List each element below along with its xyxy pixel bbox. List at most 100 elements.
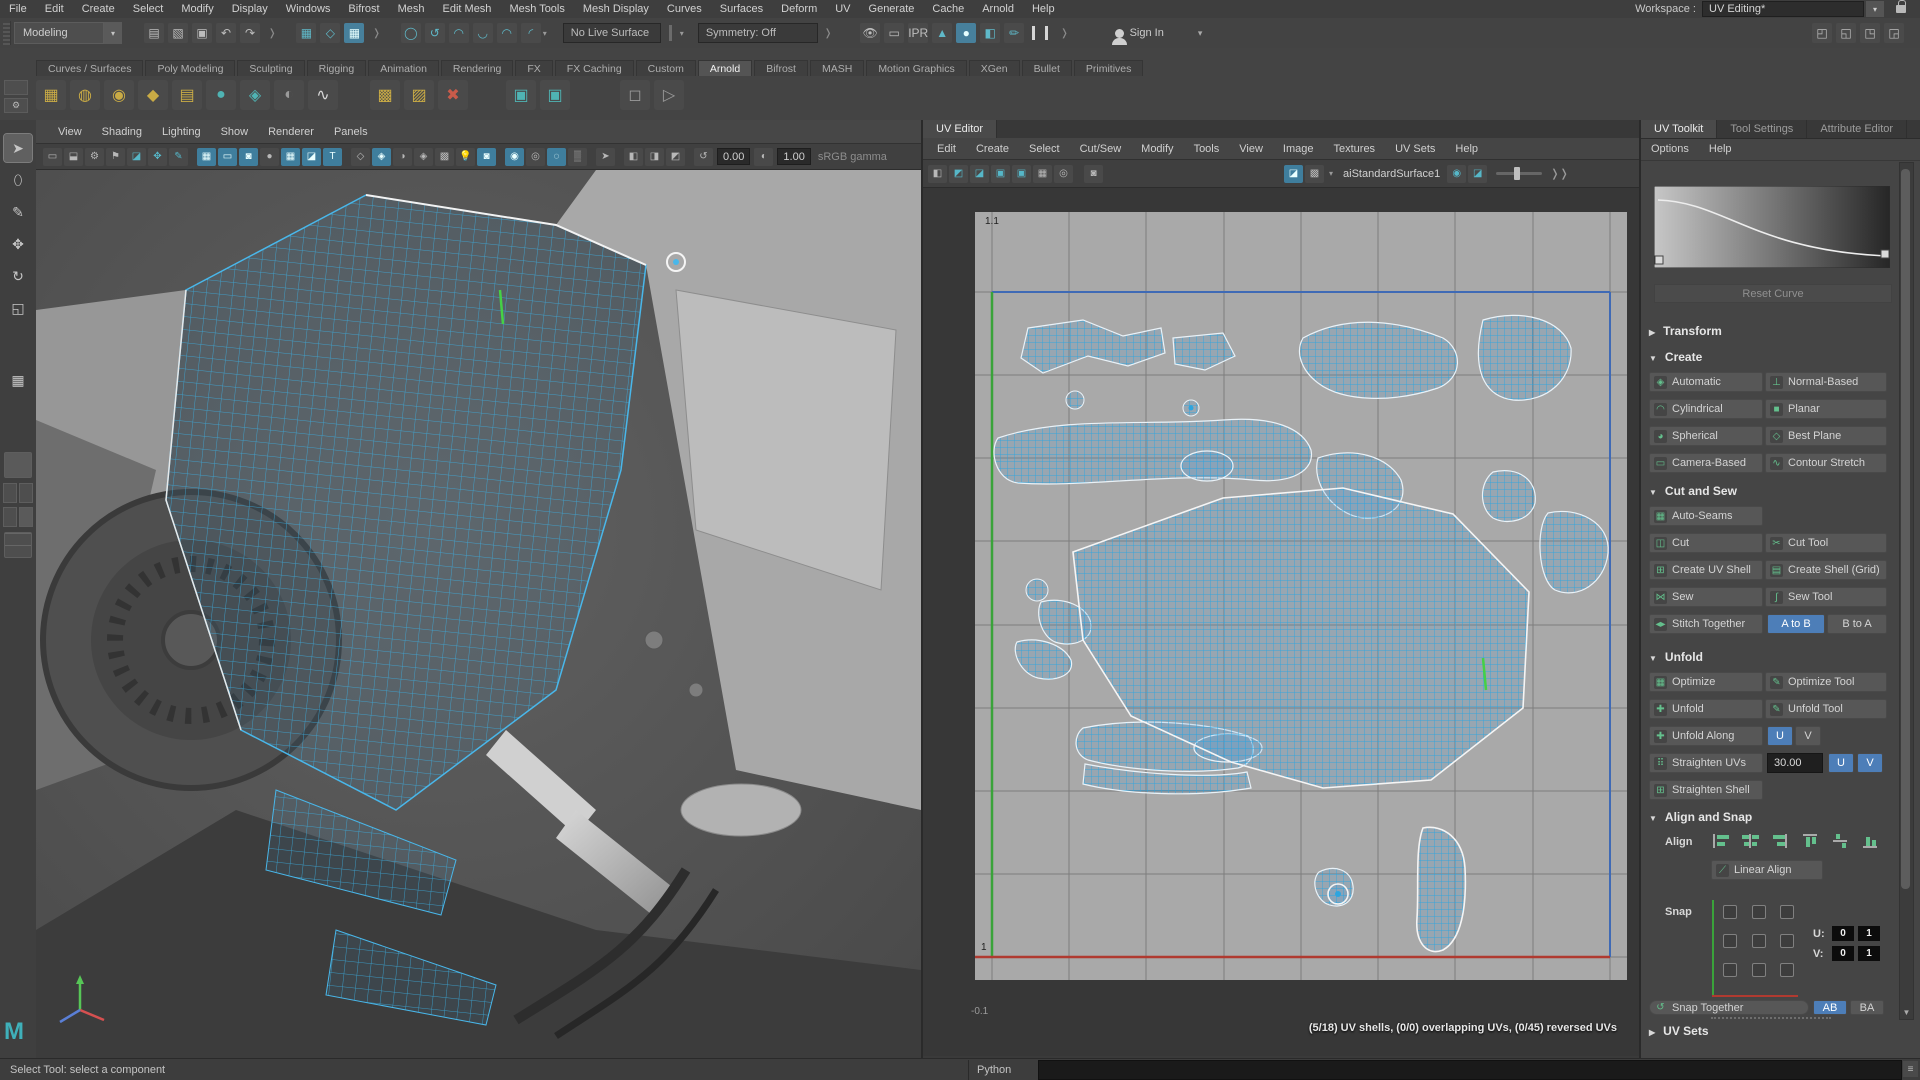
best-plane-button[interactable]: ◇ Best Plane: [1765, 426, 1887, 446]
shelf-tab-xgen[interactable]: XGen: [968, 60, 1020, 76]
section-splitter[interactable]: [1711, 1017, 1831, 1019]
grease-pencil-icon[interactable]: ✎: [169, 147, 188, 166]
uv-grid-display-icon[interactable]: ▣: [991, 164, 1010, 183]
image-plane-icon[interactable]: ◪: [127, 147, 146, 166]
menu-cache[interactable]: Cache: [923, 0, 973, 18]
snap-v1-field[interactable]: 1: [1858, 946, 1880, 961]
shelf-tab-poly-modeling[interactable]: Poly Modeling: [145, 60, 236, 76]
falloff-curve-ramp[interactable]: [1653, 185, 1891, 269]
rotate-tool-icon[interactable]: ↻: [4, 262, 32, 290]
texture-bake-icon[interactable]: ◧: [980, 23, 1001, 43]
motion-blur-icon[interactable]: ◉: [505, 147, 524, 166]
menu-surfaces[interactable]: Surfaces: [711, 0, 772, 18]
uv-menu-image[interactable]: Image: [1273, 143, 1324, 155]
snap-checkbox-mc[interactable]: [1752, 934, 1766, 948]
arnold-flush-texture-cache-icon[interactable]: ✖: [438, 80, 468, 110]
uv-menu-tools[interactable]: Tools: [1184, 143, 1230, 155]
tab-uv-toolkit[interactable]: UV Toolkit: [1641, 120, 1718, 138]
menu-uv[interactable]: UV: [826, 0, 859, 18]
shelf-tab-rigging[interactable]: Rigging: [306, 60, 367, 76]
unfold-button[interactable]: ✚ Unfold: [1649, 699, 1763, 719]
render-current-frame-icon[interactable]: ▲: [932, 23, 953, 43]
snap-checkbox-bl[interactable]: [1723, 963, 1737, 977]
shelf-tab-curves-surfaces[interactable]: Curves / Surfaces: [36, 60, 144, 76]
straighten-uvs-button[interactable]: ⠿ Straighten UVs: [1649, 753, 1763, 773]
snap-v0-field[interactable]: 0: [1832, 946, 1854, 961]
optimize-button[interactable]: ▦ Optimize: [1649, 672, 1763, 692]
uv-texture-arrow[interactable]: [1329, 169, 1333, 178]
menu-create[interactable]: Create: [73, 0, 124, 18]
uv-rotate-icon[interactable]: ◪: [970, 164, 989, 183]
gate-mask-icon[interactable]: ●: [260, 147, 279, 166]
shelf-tab-custom[interactable]: Custom: [635, 60, 696, 76]
arnold-mesh-light-icon[interactable]: ◉: [104, 80, 134, 110]
workspace-dropdown-arrow[interactable]: [1866, 1, 1884, 17]
shelf-tab-animation[interactable]: Animation: [368, 60, 439, 76]
arnold-render-icon[interactable]: ▩: [370, 80, 400, 110]
toolkit-menu-options[interactable]: Options: [1641, 143, 1699, 155]
shelf-tab-arnold[interactable]: Arnold: [697, 60, 753, 76]
sew-button[interactable]: ⋈ Sew: [1649, 587, 1763, 607]
gamma-icon[interactable]: ↺: [694, 147, 713, 166]
uv-menu-edit[interactable]: Edit: [927, 143, 966, 155]
viewport-menu-shading[interactable]: Shading: [92, 126, 152, 138]
contour-stretch-button[interactable]: ∿ Contour Stretch: [1765, 453, 1887, 473]
film-gate-icon[interactable]: ▭: [218, 147, 237, 166]
unfold-along-v-button[interactable]: V: [1795, 726, 1821, 746]
scale-tool-icon[interactable]: ◱: [4, 294, 32, 322]
snap-together-button[interactable]: ↺ Snap Together: [1649, 1000, 1809, 1015]
shelf-tab-sculpting[interactable]: Sculpting: [237, 60, 305, 76]
isolate-select-icon[interactable]: ➤: [596, 147, 615, 166]
section-uv-sets[interactable]: UV Sets: [1649, 1024, 1708, 1038]
layout-two-pane-button[interactable]: [0, 483, 36, 503]
planar-button[interactable]: ■ Planar: [1765, 399, 1887, 419]
uv-dim-image-icon[interactable]: ◎: [1054, 164, 1073, 183]
menu-file[interactable]: File: [0, 0, 36, 18]
shelf-tab-selector-icon[interactable]: [4, 80, 28, 95]
shelf-tab-fx-caching[interactable]: FX Caching: [554, 60, 634, 76]
create-uv-shell-button[interactable]: ⊞ Create UV Shell: [1649, 560, 1763, 580]
tab-tool-settings[interactable]: Tool Settings: [1717, 120, 1808, 138]
menu-help[interactable]: Help: [1023, 0, 1064, 18]
straighten-v-button[interactable]: V: [1857, 753, 1883, 773]
toggle-channel-box-icon[interactable]: ◲: [1884, 23, 1904, 43]
quick-render-icon[interactable]: ◡: [472, 23, 493, 43]
resolution-gate-icon[interactable]: ◙: [239, 147, 258, 166]
uv-menu-cut-sew[interactable]: Cut/Sew: [1070, 143, 1132, 155]
camera-attributes-icon[interactable]: ⚙: [85, 147, 104, 166]
exposure-icon[interactable]: ◩: [666, 147, 685, 166]
section-align-and-snap[interactable]: Align and Snap: [1649, 810, 1752, 824]
uv-menu-create[interactable]: Create: [966, 143, 1019, 155]
uv-canvas[interactable]: 1.1 1 -0.1 (5/18) UV shells, (0/0) overl…: [923, 188, 1639, 1056]
workspace-select[interactable]: UV Editing*: [1702, 1, 1864, 17]
uv-flipu-icon[interactable]: ◧: [928, 164, 947, 183]
uv-grid-icon[interactable]: ▦: [1033, 164, 1052, 183]
viewport-menu-renderer[interactable]: Renderer: [258, 126, 324, 138]
live-surface-field[interactable]: No Live Surface: [562, 23, 661, 43]
snap-checkbox-tc[interactable]: [1752, 905, 1766, 919]
snap-checkbox-bc[interactable]: [1752, 963, 1766, 977]
menu-mesh[interactable]: Mesh: [389, 0, 434, 18]
shelf-tab-motion-graphics[interactable]: Motion Graphics: [866, 60, 967, 76]
arnold-skydome-light-icon[interactable]: ◍: [70, 80, 100, 110]
automatic-button[interactable]: ◈ Automatic: [1649, 372, 1763, 392]
snap-options-arrow[interactable]: [543, 29, 547, 38]
single-pane-layout-icon[interactable]: ◰: [1812, 23, 1832, 43]
menu-curves[interactable]: Curves: [658, 0, 711, 18]
last-tool-icon[interactable]: ▦: [4, 366, 32, 394]
sew-tool-button[interactable]: ∫ Sew Tool: [1765, 587, 1887, 607]
menu-edit-mesh[interactable]: Edit Mesh: [434, 0, 501, 18]
snap-checkbox-tr[interactable]: [1780, 905, 1794, 919]
menu-arnold[interactable]: Arnold: [973, 0, 1023, 18]
toggle-outliner-icon[interactable]: ◱: [1836, 23, 1856, 43]
menu-generate[interactable]: Generate: [860, 0, 924, 18]
menu-windows[interactable]: Windows: [277, 0, 340, 18]
section-transform[interactable]: Transform: [1649, 324, 1722, 338]
snap-checkbox-tl[interactable]: [1723, 905, 1737, 919]
bookmark-icon[interactable]: ⚑: [106, 147, 125, 166]
fog-icon[interactable]: ▒: [568, 147, 587, 166]
toggle-attribute-editor-icon[interactable]: ◳: [1860, 23, 1880, 43]
snap-u0-field[interactable]: 0: [1832, 926, 1854, 941]
create-shell-grid-button[interactable]: ▤ Create Shell (Grid): [1765, 560, 1887, 580]
uv-exposure-slider[interactable]: [1496, 167, 1543, 180]
